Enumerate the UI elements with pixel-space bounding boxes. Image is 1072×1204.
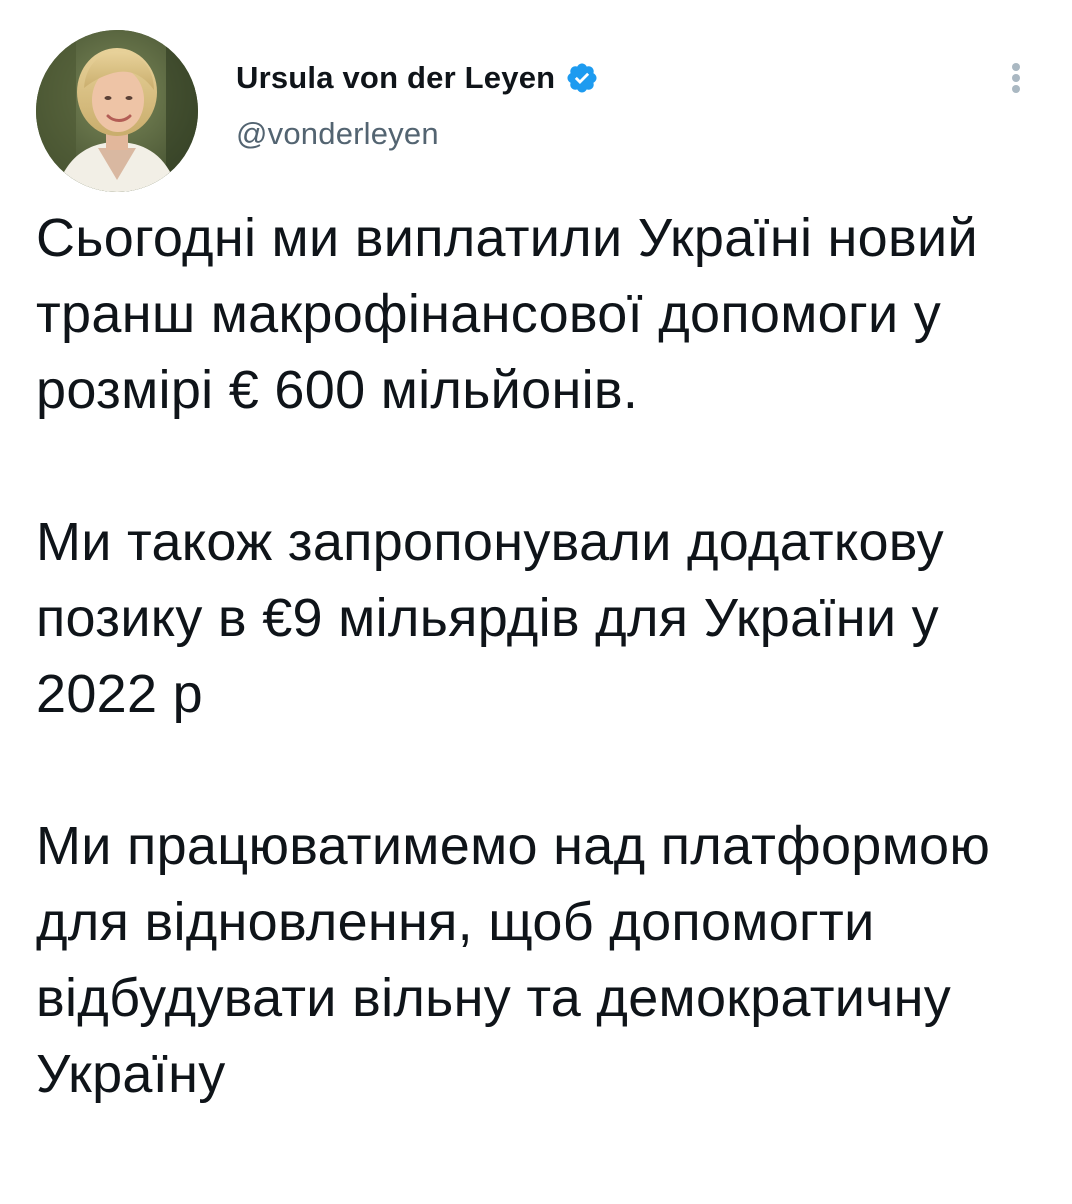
verified-badge-icon	[565, 61, 599, 95]
avatar-image	[36, 30, 198, 192]
tweet-text: Сьогодні ми виплатили Україні новий тран…	[36, 200, 1046, 1112]
author-names: Ursula von der Leyen @vonderleyen	[236, 58, 599, 152]
tweet-paragraph: Ми також запропонували додаткову позику …	[36, 512, 944, 724]
display-name[interactable]: Ursula von der Leyen	[236, 60, 555, 96]
display-name-row: Ursula von der Leyen	[236, 58, 599, 98]
avatar[interactable]	[36, 30, 198, 192]
tweet-paragraph: Сьогодні ми виплатили Україні новий тран…	[36, 208, 978, 420]
more-vertical-icon[interactable]	[996, 58, 1036, 98]
tweet-paragraph: Ми працюватимемо над платформою для відн…	[36, 816, 991, 1104]
tweet-header: Ursula von der Leyen @vonderleyen	[36, 30, 1036, 192]
tweet-card: Ursula von der Leyen @vonderleyen Сьогод…	[0, 0, 1072, 1204]
author-handle[interactable]: @vonderleyen	[236, 116, 599, 152]
